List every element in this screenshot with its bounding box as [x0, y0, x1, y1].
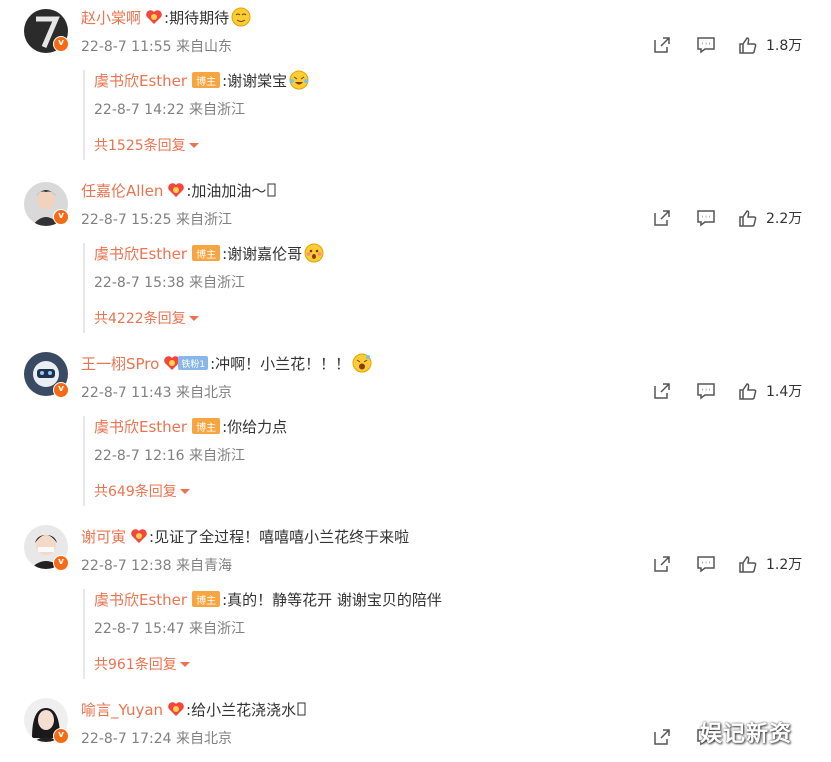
vip-heart-icon — [168, 702, 184, 716]
more-replies-label: 共1525条回复 — [94, 138, 186, 154]
reply-text: :真的！静等花开 谢谢宝贝的陪伴 — [222, 590, 442, 609]
reply-meta: 22-8-7 14:22 来自浙江 — [94, 102, 245, 118]
share-icon[interactable] — [652, 209, 672, 227]
reply-username[interactable]: 虞书欣Esther — [94, 243, 187, 264]
verified-icon: v — [53, 36, 69, 52]
verified-icon: v — [53, 209, 69, 225]
vip-heart-icon — [168, 183, 185, 197]
like-icon[interactable] — [738, 209, 758, 227]
comment-text: :冲啊！小兰花！！！ — [210, 354, 351, 373]
reply-text: :你给力点 — [222, 417, 288, 436]
more-replies-link[interactable]: 共4222条回复 — [94, 308, 199, 328]
comment-meta: 22-8-7 11:43 来自北京 — [81, 385, 232, 401]
verified-icon: v — [53, 728, 69, 744]
caret-down-icon — [188, 142, 199, 148]
reply-username[interactable]: 虞书欣Esther — [94, 70, 187, 91]
happy-tears-emoji-icon — [289, 70, 309, 90]
comment-meta: 22-8-7 15:25 来自浙江 — [81, 212, 232, 228]
reply-text: :谢谢棠宝 — [222, 71, 288, 90]
comment-icon[interactable] — [696, 382, 716, 400]
smirk-emoji-icon — [231, 7, 251, 27]
comment-text: :期待期待 — [164, 8, 230, 27]
like-count: 1.2万 — [766, 557, 803, 573]
host-badge: 博主 — [192, 245, 221, 261]
caret-down-icon — [179, 661, 190, 667]
share-icon[interactable] — [652, 555, 672, 573]
host-badge: 博主 — [192, 72, 221, 88]
shy-emoji-icon — [304, 243, 324, 263]
comment-icon[interactable] — [696, 36, 716, 54]
reply-username[interactable]: 虞书欣Esther — [94, 416, 187, 437]
username[interactable]: 王一栩SPro — [81, 353, 159, 374]
caret-down-icon — [179, 488, 190, 494]
reply-divider — [83, 589, 85, 679]
username[interactable]: 赵小棠啊 — [81, 7, 141, 28]
host-badge: 博主 — [192, 591, 221, 607]
share-icon[interactable] — [652, 36, 672, 54]
comment-text: :见证了全过程！嘻嘻嘻小兰花终于来啦 — [149, 527, 410, 546]
share-icon[interactable] — [652, 382, 672, 400]
reply-username[interactable]: 虞书欣Esther — [94, 589, 187, 610]
host-badge: 博主 — [192, 418, 221, 434]
comment-actions: 1.8万 — [652, 34, 812, 56]
comment-icon[interactable] — [696, 209, 716, 227]
reply-divider — [83, 243, 85, 333]
more-replies-label: 共961条回复 — [94, 657, 177, 673]
reply-meta: 22-8-7 15:38 来自浙江 — [94, 275, 245, 291]
like-icon[interactable] — [738, 382, 758, 400]
fan-badge: 铁粉1 — [178, 356, 209, 370]
reply-divider — [83, 416, 85, 506]
vip-heart-icon — [131, 529, 147, 543]
username[interactable]: 喻言_Yuyan — [81, 699, 163, 720]
caret-down-icon — [188, 315, 199, 321]
like-count: 1.8万 — [766, 38, 803, 54]
missing-glyph-icon — [267, 183, 276, 197]
username[interactable]: 谢可寅 — [81, 526, 126, 547]
comment-actions: 1.2万 — [652, 553, 812, 575]
like-icon[interactable] — [738, 555, 758, 573]
reply-text: :谢谢嘉伦哥 — [222, 244, 303, 263]
more-replies-label: 共649条回复 — [94, 484, 177, 500]
comment-actions: 2.2万 — [652, 207, 812, 229]
watermark: 娱记新资 — [700, 722, 793, 747]
reply-meta: 22-8-7 15:47 来自浙江 — [94, 621, 245, 637]
comment-meta: 22-8-7 12:38 来自青海 — [81, 558, 232, 574]
excited-emoji-icon — [352, 353, 372, 373]
more-replies-label: 共4222条回复 — [94, 311, 186, 327]
username[interactable]: 任嘉伦Allen — [81, 180, 163, 201]
like-icon[interactable] — [738, 36, 758, 54]
verified-icon: v — [53, 382, 69, 398]
reply-meta: 22-8-7 12:16 来自浙江 — [94, 448, 245, 464]
like-count: 1.4万 — [766, 384, 803, 400]
comment-meta: 22-8-7 17:24 来自北京 — [81, 731, 232, 747]
comment-text: :给小兰花浇浇水 — [186, 700, 297, 719]
reply-divider — [83, 70, 85, 160]
comment-meta: 22-8-7 11:55 来自山东 — [81, 39, 232, 55]
comment-text: :加油加油～ — [186, 181, 267, 200]
more-replies-link[interactable]: 共1525条回复 — [94, 135, 199, 155]
more-replies-link[interactable]: 共961条回复 — [94, 654, 190, 674]
comment-actions: 1.4万 — [652, 380, 812, 402]
share-icon[interactable] — [652, 728, 672, 746]
more-replies-link[interactable]: 共649条回复 — [94, 481, 190, 501]
verified-icon: v — [53, 555, 69, 571]
vip-heart-icon — [146, 10, 162, 24]
like-count: 2.2万 — [766, 211, 803, 227]
comment-icon[interactable] — [696, 555, 716, 573]
missing-glyph-icon — [297, 702, 306, 716]
